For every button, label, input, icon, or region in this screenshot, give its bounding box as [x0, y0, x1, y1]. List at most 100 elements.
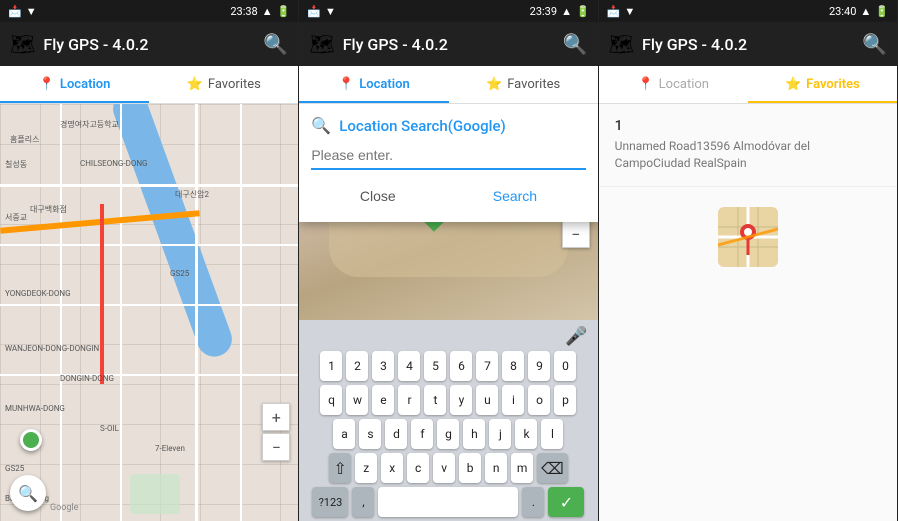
keyboard-row-zxcv: ⇧ z x c v b n m ⌫	[301, 453, 595, 483]
key-1[interactable]: 1	[320, 351, 342, 381]
key-f[interactable]: f	[411, 419, 433, 449]
key-0[interactable]: 0	[554, 351, 576, 381]
key-2[interactable]: 2	[346, 351, 368, 381]
map-controls-1: + −	[262, 403, 290, 461]
notification-icon: 📩	[8, 5, 22, 18]
zoom-out-button-2[interactable]: −	[562, 220, 590, 248]
map-label-5: 대구백화점	[30, 204, 67, 215]
key-9[interactable]: 9	[528, 351, 550, 381]
dialog-title: Location Search(Google)	[339, 117, 506, 135]
search-button-1[interactable]: 🔍	[263, 32, 288, 56]
wifi-icon-2: ▲	[561, 5, 572, 18]
tab-location-3[interactable]: 📍 Location	[599, 66, 748, 103]
key-i[interactable]: i	[502, 385, 524, 415]
key-4[interactable]: 4	[398, 351, 420, 381]
backspace-key[interactable]: ⌫	[537, 453, 568, 483]
map-label-4: CHILSEONG-DONG	[80, 159, 147, 168]
search-button-3[interactable]: 🔍	[862, 32, 887, 56]
location-search-input[interactable]	[311, 147, 585, 163]
map-label-6: 대구신암2	[175, 189, 209, 200]
tab-bar-1: 📍 Location ⭐ Favorites	[0, 66, 298, 104]
zoom-in-button-1[interactable]: +	[262, 403, 290, 431]
map-label-13: S-OIL	[100, 424, 119, 433]
app-logo-1: 🗺	[10, 32, 35, 56]
map-label-7: 서중교	[5, 212, 27, 223]
search-dialog-button[interactable]: Search	[473, 182, 557, 210]
mic-row: 🎤	[301, 326, 595, 351]
panel-search: 📩 ▼ 23:39 ▲ 🔋 🗺 Fly GPS - 4.0.2 🔍 📍 Loca…	[299, 0, 598, 521]
key-b[interactable]: b	[459, 453, 481, 483]
road-h1	[0, 184, 298, 187]
enter-key[interactable]: ✓	[548, 487, 584, 517]
status-right-2: 23:39 ▲ 🔋	[530, 5, 590, 18]
tab-favorites-1[interactable]: ⭐ Favorites	[149, 66, 298, 103]
tab-location-1[interactable]: 📍 Location	[0, 66, 149, 103]
key-h[interactable]: h	[463, 419, 485, 449]
key-m[interactable]: m	[511, 453, 533, 483]
key-7[interactable]: 7	[476, 351, 498, 381]
key-z[interactable]: z	[355, 453, 377, 483]
key-q[interactable]: q	[320, 385, 342, 415]
key-x[interactable]: x	[381, 453, 403, 483]
app-bar-3: 🗺 Fly GPS - 4.0.2 🔍	[599, 22, 897, 66]
map-view-2: + − 🔍 Location Search(Google) Close Sear…	[299, 104, 597, 320]
favorites-tab-icon-3: ⭐	[785, 77, 801, 92]
time-1: 23:38	[230, 5, 257, 18]
key-a[interactable]: a	[333, 419, 355, 449]
close-button[interactable]: Close	[340, 182, 416, 210]
key-5[interactable]: 5	[424, 351, 446, 381]
space-key[interactable]	[378, 487, 518, 517]
map-view-1[interactable]: 홈플리스 경명여자고등학교 칠성동 CHILSEONG-DONG 대구백화점 대…	[0, 104, 298, 521]
app-title-1: Fly GPS - 4.0.2	[43, 35, 255, 54]
status-right-1: 23:38 ▲ 🔋	[230, 5, 290, 18]
key-t[interactable]: t	[424, 385, 446, 415]
num-key[interactable]: ?123	[312, 487, 348, 517]
my-location-button-1[interactable]: 🔍	[10, 475, 46, 511]
key-v[interactable]: v	[433, 453, 455, 483]
list-item[interactable]: 1 Unnamed Road13596 Almodóvar delCampoCi…	[599, 104, 897, 187]
key-y[interactable]: y	[450, 385, 472, 415]
key-l[interactable]: l	[541, 419, 563, 449]
battery-icon-3: 🔋	[875, 5, 889, 18]
key-r[interactable]: r	[398, 385, 420, 415]
search-button-2[interactable]: 🔍	[563, 32, 588, 56]
key-o[interactable]: o	[528, 385, 550, 415]
keyboard-row-numbers: 1 2 3 4 5 6 7 8 9 0	[301, 351, 595, 381]
key-3[interactable]: 3	[372, 351, 394, 381]
zoom-out-button-1[interactable]: −	[262, 433, 290, 461]
map-label-2: 경명여자고등학교	[60, 119, 119, 130]
key-s[interactable]: s	[359, 419, 381, 449]
key-g[interactable]: g	[437, 419, 459, 449]
favorites-list: 1 Unnamed Road13596 Almodóvar delCampoCi…	[599, 104, 897, 521]
key-8[interactable]: 8	[502, 351, 524, 381]
favorites-map-icon-area	[599, 187, 897, 287]
battery-icon-2: 🔋	[576, 5, 590, 18]
map-pin-icon	[718, 207, 778, 267]
key-n[interactable]: n	[485, 453, 507, 483]
dialog-input-row[interactable]	[311, 145, 585, 170]
wifi-icon-3: ▲	[860, 5, 871, 18]
tab-location-2[interactable]: 📍 Location	[299, 66, 448, 103]
key-6[interactable]: 6	[450, 351, 472, 381]
key-p[interactable]: p	[554, 385, 576, 415]
panel-favorites: 📩 ▼ 23:40 ▲ 🔋 🗺 Fly GPS - 4.0.2 🔍 📍 Loca…	[599, 0, 898, 521]
tab-favorites-2[interactable]: ⭐ Favorites	[449, 66, 598, 103]
map-label-9: YONGDEOK-DONG	[5, 289, 71, 298]
signal-icon: ▼	[26, 5, 37, 18]
tab-bar-2: 📍 Location ⭐ Favorites	[299, 66, 597, 104]
key-u[interactable]: u	[476, 385, 498, 415]
period-key[interactable]: .	[522, 487, 544, 517]
shift-key[interactable]: ⇧	[329, 453, 351, 483]
status-bar-3: 📩 ▼ 23:40 ▲ 🔋	[599, 0, 897, 22]
comma-key[interactable]: ,	[352, 487, 374, 517]
current-location-marker-1	[20, 429, 42, 451]
battery-icon-1: 🔋	[277, 5, 291, 18]
key-j[interactable]: j	[489, 419, 511, 449]
key-e[interactable]: e	[372, 385, 394, 415]
key-k[interactable]: k	[515, 419, 537, 449]
microphone-icon[interactable]: 🎤	[565, 326, 587, 347]
key-w[interactable]: w	[346, 385, 368, 415]
key-c[interactable]: c	[407, 453, 429, 483]
key-d[interactable]: d	[385, 419, 407, 449]
tab-favorites-3[interactable]: ⭐ Favorites	[748, 66, 897, 103]
